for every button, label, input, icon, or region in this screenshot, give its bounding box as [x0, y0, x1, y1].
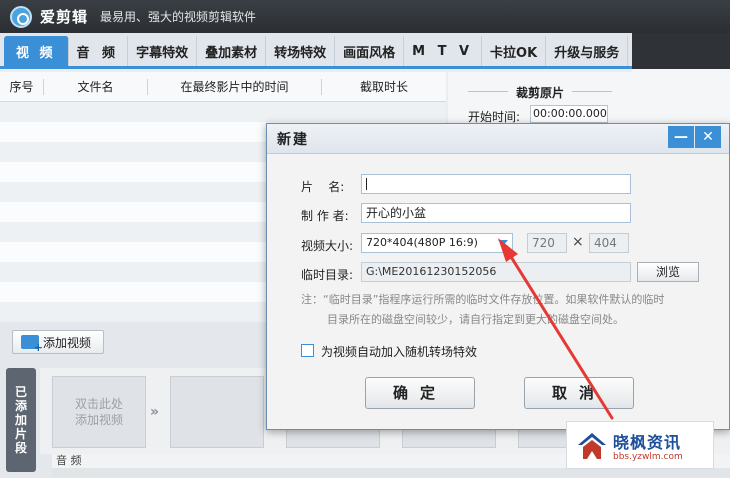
ok-button[interactable]: 确定 [365, 377, 475, 409]
app-name: 爱剪辑 [40, 8, 89, 26]
dialog-title: 新建 [277, 131, 309, 148]
times-icon: × [572, 234, 584, 250]
add-clip-placeholder[interactable]: 双击此处 添加视频 [52, 376, 146, 448]
crop-title: 裁剪原片 [515, 86, 564, 100]
tab-overlay-materials[interactable]: 叠加素材 [197, 36, 267, 66]
add-video-button[interactable]: 添加视频 [12, 330, 104, 354]
tab-audio[interactable]: 音 频 [69, 36, 129, 66]
video-size-select[interactable]: 720*404(480P 16:9) [361, 233, 513, 253]
name-label: 片 名: [301, 180, 345, 194]
main-tab-bar: 视 频 音 频 字幕特效 叠加素材 转场特效 画面风格 M T V 卡拉OK 升… [0, 33, 632, 69]
video-size-value: 720*404(480P 16:9) [366, 236, 478, 249]
placeholder-line-2: 添加视频 [74, 413, 123, 427]
add-video-label: 添加视频 [43, 335, 92, 350]
dialog-title-bar: 新建 — ✕ [267, 124, 729, 154]
column-final-time[interactable]: 在最终影片中的时间 [148, 78, 322, 95]
chevron-down-icon [498, 240, 508, 246]
next-arrow-icon: » [150, 404, 160, 420]
author-input[interactable]: 开心的小盆 [361, 203, 631, 223]
name-input[interactable] [361, 174, 631, 194]
tab-upgrade-service[interactable]: 升级与服务 [546, 36, 629, 66]
temp-dir-note-line-2: 目录所在的磁盘空间较少，请自行指定到更大的磁盘空间处。 [327, 313, 624, 326]
text-cursor [366, 178, 367, 190]
clip-slot[interactable] [170, 376, 264, 448]
browse-button[interactable]: 浏览 [637, 262, 699, 282]
tab-subtitle-effects[interactable]: 字幕特效 [128, 36, 198, 66]
tab-transition-effects[interactable]: 转场特效 [266, 36, 336, 66]
app-slogan: 最易用、强大的视频剪辑软件 [100, 10, 257, 24]
added-clips-label-char: 已 [14, 385, 27, 399]
crop-start-time-input[interactable]: 00:00:00.000 [530, 105, 608, 123]
add-film-icon [21, 335, 43, 354]
video-size-label: 视频大小: [301, 239, 354, 253]
title-bar: 爱剪辑 最易用、强大的视频剪辑软件 [0, 0, 730, 33]
app-logo-icon [10, 5, 32, 28]
added-clips-label: 已 添 加 片 段 [6, 368, 36, 472]
dialog-window-buttons: — ✕ [668, 126, 721, 148]
watermark-url: bbs.yzwlm.com [613, 452, 683, 462]
watermark: 晓枫资讯 bbs.yzwlm.com [566, 421, 714, 469]
added-clips-label-char: 添 [14, 399, 27, 413]
new-project-dialog: 新建 — ✕ 片 名: 制 作 者: 开心的小盆 视频大小: 720*404(4… [266, 123, 730, 430]
column-index[interactable]: 序号 [0, 78, 44, 95]
random-transition-label[interactable]: 为视频自动加入随机转场特效 [321, 343, 477, 360]
tab-mtv[interactable]: M T V [404, 36, 483, 66]
tab-picture-style[interactable]: 画面风格 [335, 36, 405, 66]
random-transition-checkbox[interactable] [301, 344, 314, 357]
temp-dir-note-line-1: 注：“临时目录”指程序运行所需的临时文件存放位置。如果软件默认的临时 [301, 293, 665, 306]
temp-dir-input[interactable]: G:\ME20161230152056 [361, 262, 631, 282]
tab-karaoke[interactable]: 卡拉OK [482, 36, 547, 66]
added-clips-label-char: 片 [14, 427, 27, 441]
crop-title-divider-right [572, 91, 612, 92]
height-input: 404 [589, 233, 629, 253]
width-input: 720 [527, 233, 567, 253]
close-button[interactable]: ✕ [695, 126, 721, 148]
video-list-header: 序号 文件名 在最终影片中的时间 截取时长 [0, 72, 446, 102]
added-clips-label-char: 段 [14, 441, 27, 455]
watermark-logo-icon [578, 433, 606, 459]
tab-bar-right-area [632, 33, 730, 69]
placeholder-line-1: 双击此处 [74, 397, 123, 411]
watermark-text: 晓枫资讯 [613, 433, 682, 452]
audio-track[interactable] [52, 468, 730, 478]
cancel-button[interactable]: 取消 [524, 377, 634, 409]
column-clip-duration[interactable]: 截取时长 [322, 79, 446, 95]
author-label: 制 作 者: [301, 209, 349, 223]
minimize-button[interactable]: — [668, 126, 694, 148]
added-clips-label-char: 加 [14, 413, 27, 427]
tab-video[interactable]: 视 频 [4, 36, 69, 66]
table-row[interactable] [0, 102, 446, 122]
column-filename[interactable]: 文件名 [44, 78, 148, 95]
temp-dir-label: 临时目录: [301, 268, 354, 282]
